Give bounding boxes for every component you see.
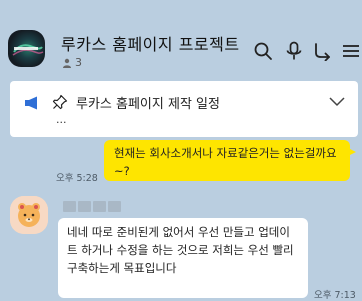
member-count[interactable]: 3 — [62, 56, 82, 69]
message-bubble-friend[interactable]: 네네 따로 준비된게 없어서 우선 만들고 업데이트 하거나 수정을 하는 것으… — [58, 218, 308, 298]
pin-icon[interactable] — [52, 94, 68, 110]
notice-title: 루카스 홈페이지 제작 일정 — [76, 97, 220, 112]
search-icon[interactable] — [253, 41, 273, 61]
notice-more-text: ... — [56, 113, 67, 126]
message-time: 오후 5:28 — [56, 173, 98, 184]
member-count-value: 3 — [75, 56, 82, 69]
megaphone-icon — [24, 95, 40, 111]
sender-name-blurred — [63, 201, 121, 212]
avatar[interactable] — [10, 196, 48, 234]
person-icon — [63, 58, 71, 68]
message-time: 오후 7:13 — [314, 290, 356, 301]
message-bubble-me[interactable]: 현재는 회사소개서나 자료같은거는 없는걸까요~? — [104, 140, 356, 181]
menu-icon[interactable] — [340, 41, 360, 61]
microphone-icon[interactable] — [284, 41, 304, 61]
call-icon[interactable] — [312, 41, 332, 61]
room-title: 루카스 홈페이지 프로젝트 — [61, 35, 240, 54]
room-avatar[interactable] — [8, 30, 45, 67]
notice-banner[interactable]: 루카스 홈페이지 제작 일정 ... — [10, 81, 358, 137]
chat-header: 루카스 홈페이지 프로젝트 3 — [0, 0, 362, 78]
chevron-down-icon[interactable] — [328, 94, 346, 108]
